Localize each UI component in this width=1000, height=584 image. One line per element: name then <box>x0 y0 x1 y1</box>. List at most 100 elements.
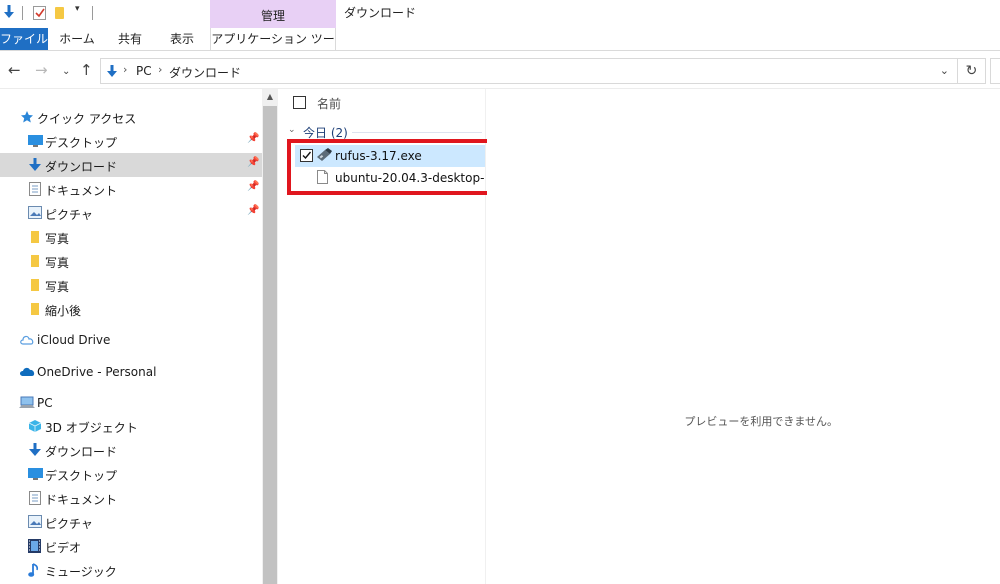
onedrive-cloud-icon <box>19 365 35 379</box>
pin-icon[interactable]: 📌 <box>247 157 259 168</box>
tab-file[interactable]: ファイル <box>0 28 48 50</box>
download-icon <box>28 443 42 457</box>
nav-item-pc[interactable]: PC <box>0 391 262 415</box>
pc-icon <box>19 396 35 410</box>
nav-label: 写真 <box>45 256 70 270</box>
column-header-name[interactable]: 名前 <box>317 95 341 112</box>
refresh-button[interactable]: ↻ <box>958 58 986 84</box>
properties-check-icon[interactable] <box>33 6 46 20</box>
nav-item-folder[interactable]: 縮小後 <box>0 297 262 321</box>
context-group-label: 管理 <box>260 9 285 23</box>
file-row-rufus[interactable]: rufus-3.17.exe <box>295 145 485 167</box>
file-name: ubuntu-20.04.3-desktop-amd64.iso <box>335 171 485 185</box>
folder-icon <box>30 278 44 292</box>
address-history-chevron-icon[interactable]: ⌄ <box>940 64 949 77</box>
nav-quick-access[interactable]: クイック アクセス <box>0 105 262 129</box>
picture-icon <box>28 206 42 220</box>
nav-item-pictures[interactable]: ピクチャ <box>0 510 262 534</box>
scroll-up-arrow-icon[interactable]: ▲ <box>262 89 278 105</box>
nav-item-desktop[interactable]: デスクトップ <box>0 462 262 486</box>
rufus-usb-icon <box>316 148 333 166</box>
group-header-today[interactable]: 今日 (2) <box>303 124 348 141</box>
star-icon <box>20 110 34 124</box>
select-all-checkbox[interactable] <box>293 96 306 109</box>
nav-label: ドキュメント <box>45 184 118 198</box>
window-title: ダウンロード <box>344 6 417 20</box>
search-box[interactable] <box>990 58 1000 84</box>
group-collapse-chevron-icon[interactable]: ⌄ <box>288 125 296 135</box>
title-bar: ▾ 管理 ダウンロード <box>0 0 1000 28</box>
pin-icon[interactable]: 📌 <box>247 205 259 216</box>
document-icon <box>29 491 43 505</box>
nav-item-onedrive[interactable]: OneDrive - Personal <box>0 360 262 384</box>
download-arrow-icon[interactable] <box>3 4 15 23</box>
nav-item-3d-objects[interactable]: 3D オブジェクト <box>0 414 262 438</box>
forward-arrow-icon[interactable]: → <box>35 62 48 78</box>
ribbon-tabs: ファイル ホーム 共有 表示 アプリケーション ツール <box>0 28 1000 68</box>
nav-label: 写真 <box>45 280 70 294</box>
breadcrumb-pc[interactable]: PC <box>136 64 152 78</box>
download-location-icon <box>106 64 118 82</box>
desktop-icon <box>28 467 43 481</box>
icloud-icon <box>19 333 34 347</box>
nav-item-pictures[interactable]: ピクチャ 📌 <box>0 201 262 225</box>
nav-item-icloud-drive[interactable]: iCloud Drive <box>0 328 262 352</box>
nav-label: 写真 <box>45 232 70 246</box>
new-folder-icon[interactable] <box>55 7 64 19</box>
nav-label: ピクチャ <box>45 208 93 222</box>
nav-label: iCloud Drive <box>37 333 111 347</box>
nav-label: OneDrive - Personal <box>37 365 157 379</box>
nav-label: ダウンロード <box>45 445 118 459</box>
nav-label: ミュージック <box>45 565 117 579</box>
document-icon <box>29 182 43 196</box>
nav-item-documents[interactable]: ドキュメント <box>0 486 262 510</box>
picture-icon <box>28 515 42 529</box>
nav-item-folder[interactable]: 写真 <box>0 249 262 273</box>
breadcrumb-downloads[interactable]: ダウンロード <box>169 64 241 81</box>
file-name: rufus-3.17.exe <box>335 149 422 163</box>
address-bar[interactable]: › PC › ダウンロード ⌄ <box>100 58 958 84</box>
folder-icon <box>30 302 44 316</box>
tab-share[interactable]: 共有 <box>108 28 152 50</box>
nav-label: 縮小後 <box>45 304 82 318</box>
nav-label: ダウンロード <box>45 160 118 174</box>
back-arrow-icon[interactable]: ← <box>8 62 21 78</box>
navigation-bar: ← → ⌄ ↑ › PC › ダウンロード ⌄ ↻ <box>0 53 1000 89</box>
nav-label: 3D オブジェクト <box>45 421 138 435</box>
tab-view[interactable]: 表示 <box>160 28 204 50</box>
toolbar-separator <box>92 6 93 20</box>
preview-pane: プレビューを利用できません。 <box>487 89 1000 584</box>
disc-image-file-icon <box>317 170 328 187</box>
nav-item-videos[interactable]: ビデオ <box>0 534 262 558</box>
nav-label: ドキュメント <box>45 493 118 507</box>
nav-item-folder[interactable]: 写真 <box>0 273 262 297</box>
file-checkbox[interactable] <box>300 149 313 162</box>
customize-dropdown-icon[interactable]: ▾ <box>75 4 80 14</box>
3d-objects-icon <box>28 419 42 433</box>
nav-item-desktop[interactable]: デスクトップ 📌 <box>0 129 262 153</box>
nav-label: ビデオ <box>45 541 82 555</box>
scrollbar-thumb[interactable] <box>263 106 277 584</box>
pin-icon[interactable]: 📌 <box>247 181 259 192</box>
desktop-icon <box>28 134 43 148</box>
nav-item-downloads[interactable]: ダウンロード 📌 <box>0 153 262 177</box>
folder-icon <box>30 230 44 244</box>
breadcrumb-separator: › <box>158 63 163 76</box>
nav-item-documents[interactable]: ドキュメント 📌 <box>0 177 262 201</box>
folder-icon <box>30 254 44 268</box>
nav-item-folder[interactable]: 写真 <box>0 225 262 249</box>
file-row-ubuntu-iso[interactable]: ubuntu-20.04.3-desktop-amd64.iso <box>295 167 485 189</box>
nav-item-downloads[interactable]: ダウンロード <box>0 438 262 462</box>
pin-icon[interactable]: 📌 <box>247 133 259 144</box>
refresh-icon: ↻ <box>965 63 978 79</box>
up-arrow-icon[interactable]: ↑ <box>80 62 93 78</box>
nav-label: PC <box>37 396 53 410</box>
recent-locations-chevron-icon[interactable]: ⌄ <box>62 64 70 80</box>
nav-item-music[interactable]: ミュージック <box>0 558 262 582</box>
navigation-scrollbar[interactable]: ▲ <box>262 89 278 584</box>
tab-home[interactable]: ホーム <box>55 28 99 50</box>
tab-application-tools[interactable]: アプリケーション ツール <box>210 28 336 68</box>
video-icon <box>28 539 42 553</box>
download-icon <box>28 158 42 172</box>
nav-label: デスクトップ <box>45 469 118 483</box>
